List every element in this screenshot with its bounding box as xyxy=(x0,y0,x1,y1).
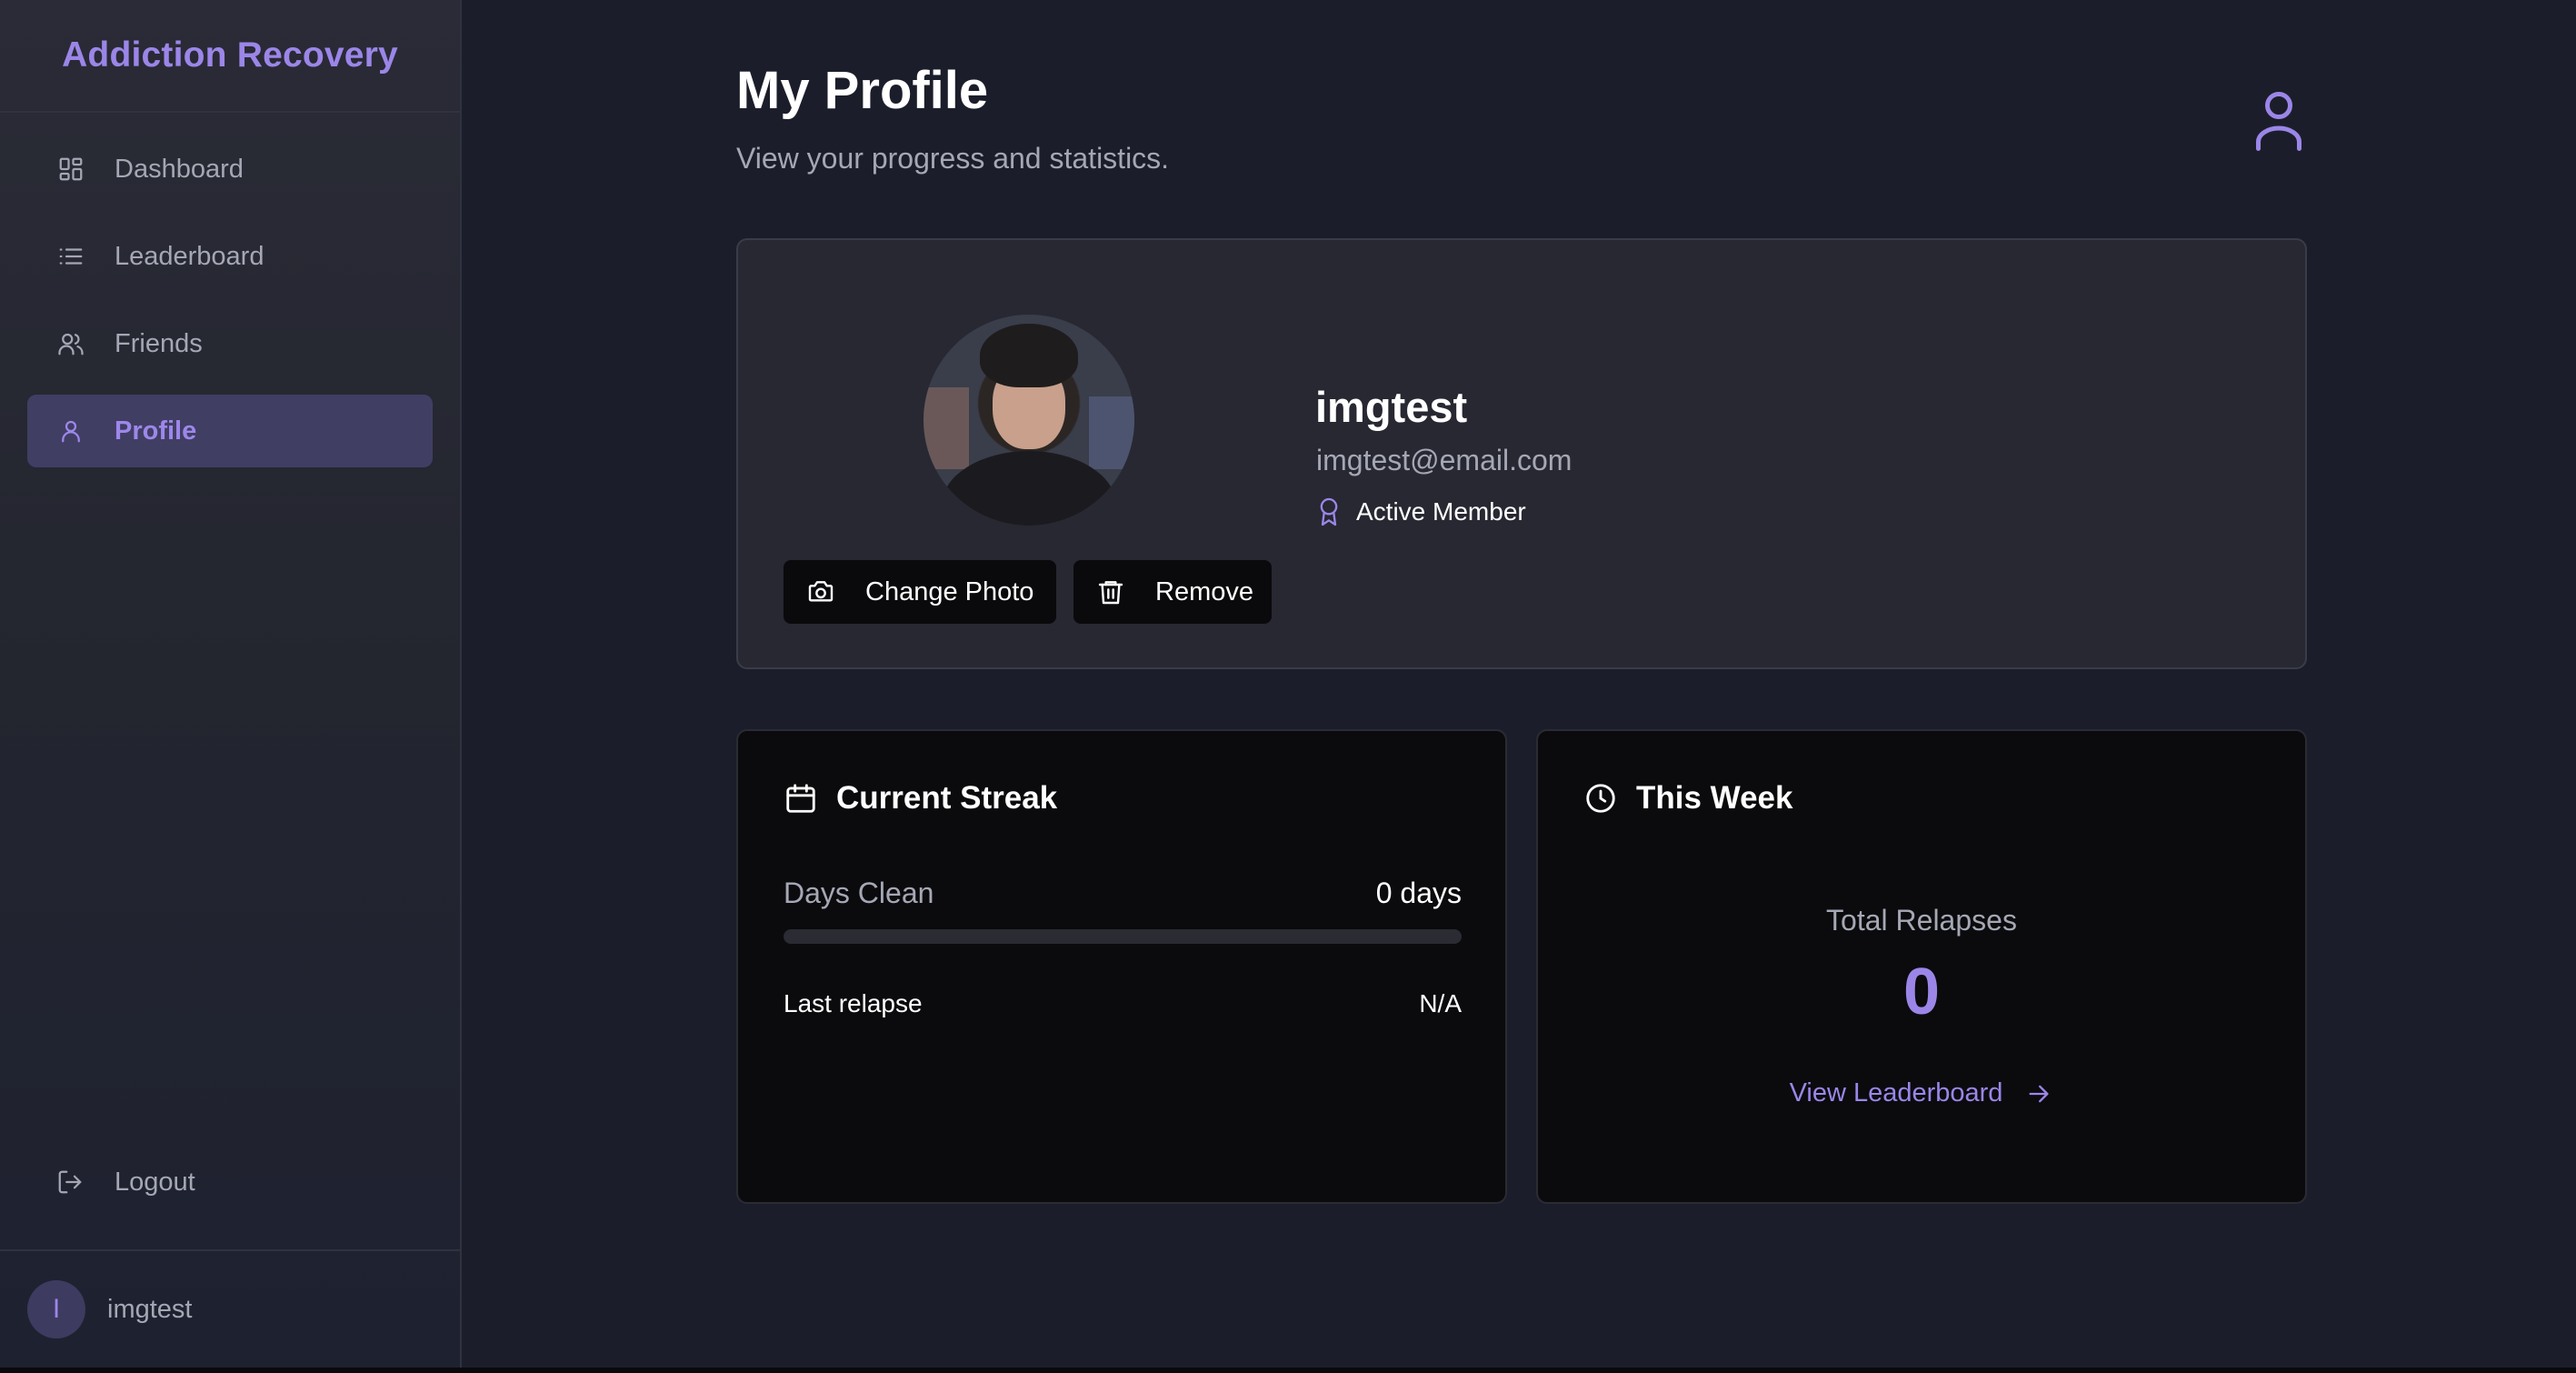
profile-email: imgtest@email.com xyxy=(1316,444,1573,476)
photo-hair xyxy=(980,324,1078,387)
sidebar-item-profile[interactable]: Profile xyxy=(27,395,433,467)
user-icon xyxy=(56,416,85,446)
camera-icon xyxy=(805,576,836,607)
sidebar-item-label: Profile xyxy=(115,416,197,446)
current-streak-card: Current Streak Days Clean 0 days Last re… xyxy=(736,729,1507,1204)
sidebar-user[interactable]: I imgtest xyxy=(0,1249,460,1368)
list-icon xyxy=(56,242,85,271)
sidebar-item-leaderboard[interactable]: Leaderboard xyxy=(27,220,433,293)
last-relapse-label: Last relapse xyxy=(784,989,923,1017)
clock-icon xyxy=(1583,781,1618,816)
streak-progress-bar xyxy=(784,929,1462,944)
sidebar-item-label: Friends xyxy=(115,328,203,358)
arrow-right-icon xyxy=(2026,1080,2053,1107)
bottom-edge xyxy=(0,1368,2576,1373)
card-title: Current Streak xyxy=(784,780,1057,817)
sidebar-username: imgtest xyxy=(107,1294,193,1324)
dashboard-icon xyxy=(56,155,85,184)
days-clean-label: Days Clean xyxy=(784,877,934,909)
page-title: My Profile xyxy=(736,61,989,120)
photo-background xyxy=(1089,396,1134,469)
card-title: This Week xyxy=(1583,780,1792,817)
logout-label: Logout xyxy=(115,1167,195,1197)
change-photo-label: Change Photo xyxy=(865,576,1034,606)
last-relapse-value: N/A xyxy=(1419,989,1462,1017)
sidebar-item-friends[interactable]: Friends xyxy=(27,307,433,380)
sidebar-nav: Dashboard Leaderboard Friends Profile xyxy=(0,113,460,467)
total-relapses-value: 0 xyxy=(1902,956,1941,1028)
view-leaderboard-link[interactable]: View Leaderboard xyxy=(1538,1078,2305,1108)
trash-icon xyxy=(1095,576,1126,607)
award-icon xyxy=(1316,496,1343,527)
sidebar-item-dashboard[interactable]: Dashboard xyxy=(27,133,433,205)
user-icon[interactable] xyxy=(2251,87,2307,151)
member-badge-label: Active Member xyxy=(1356,497,1526,526)
sidebar-item-label: Dashboard xyxy=(115,154,244,184)
remove-label: Remove xyxy=(1155,576,1253,606)
this-week-card: This Week Total Relapses 0 View Leaderbo… xyxy=(1536,729,2307,1204)
logout-icon xyxy=(56,1168,85,1197)
card-title-text: This Week xyxy=(1636,780,1793,816)
app-brand[interactable]: Addiction Recovery xyxy=(0,0,460,113)
profile-photo xyxy=(924,315,1134,526)
avatar: I xyxy=(27,1280,85,1338)
calendar-icon xyxy=(784,781,818,816)
view-leaderboard-label: View Leaderboard xyxy=(1789,1078,2003,1107)
sidebar-item-label: Leaderboard xyxy=(115,241,265,271)
logout-button[interactable]: Logout xyxy=(27,1146,433,1218)
users-icon xyxy=(56,329,85,358)
profile-username: imgtest xyxy=(1315,383,1468,431)
change-photo-button[interactable]: Change Photo xyxy=(784,560,1056,624)
photo-background xyxy=(924,387,969,469)
days-clean-value: 0 days xyxy=(1375,877,1462,909)
remove-photo-button[interactable]: Remove xyxy=(1073,560,1272,624)
total-relapses-label: Total Relapses xyxy=(1826,904,2017,937)
card-title-text: Current Streak xyxy=(836,780,1058,816)
sidebar: Addiction Recovery Dashboard Leaderboard… xyxy=(0,0,462,1368)
page-subtitle: View your progress and statistics. xyxy=(736,142,1170,175)
member-badge: Active Member xyxy=(1316,496,1526,527)
